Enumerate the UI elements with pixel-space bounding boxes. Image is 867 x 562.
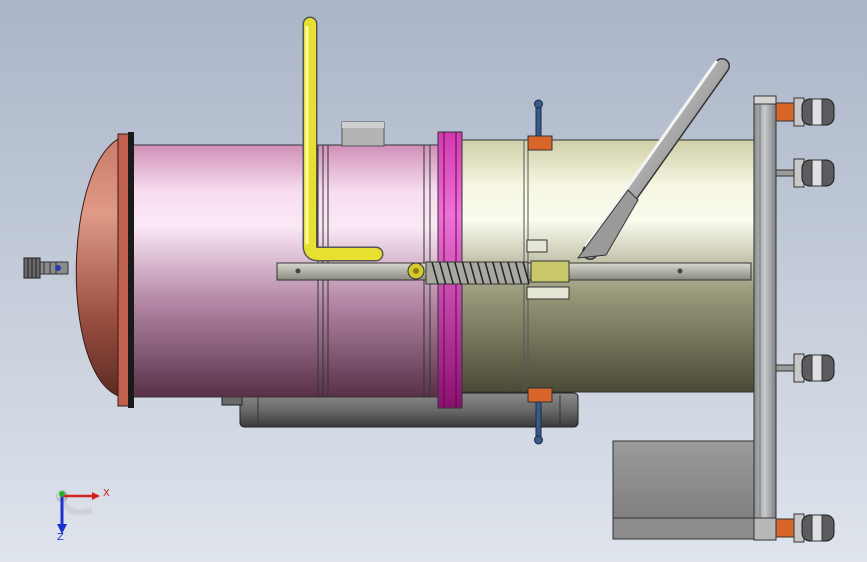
top-chimney-stub[interactable]: [341, 121, 385, 147]
vertical-frame[interactable]: [753, 95, 777, 541]
motor-housing-box[interactable]: [612, 440, 758, 540]
lower-tank[interactable]: [221, 392, 579, 428]
cad-viewport[interactable]: X Z: [0, 0, 867, 562]
cad-model-view[interactable]: [0, 0, 867, 562]
pivot-joint[interactable]: [407, 262, 425, 280]
compression-spring[interactable]: [425, 261, 530, 285]
triad-x-label: X: [103, 488, 110, 499]
triad-z-label: Z: [57, 532, 64, 543]
